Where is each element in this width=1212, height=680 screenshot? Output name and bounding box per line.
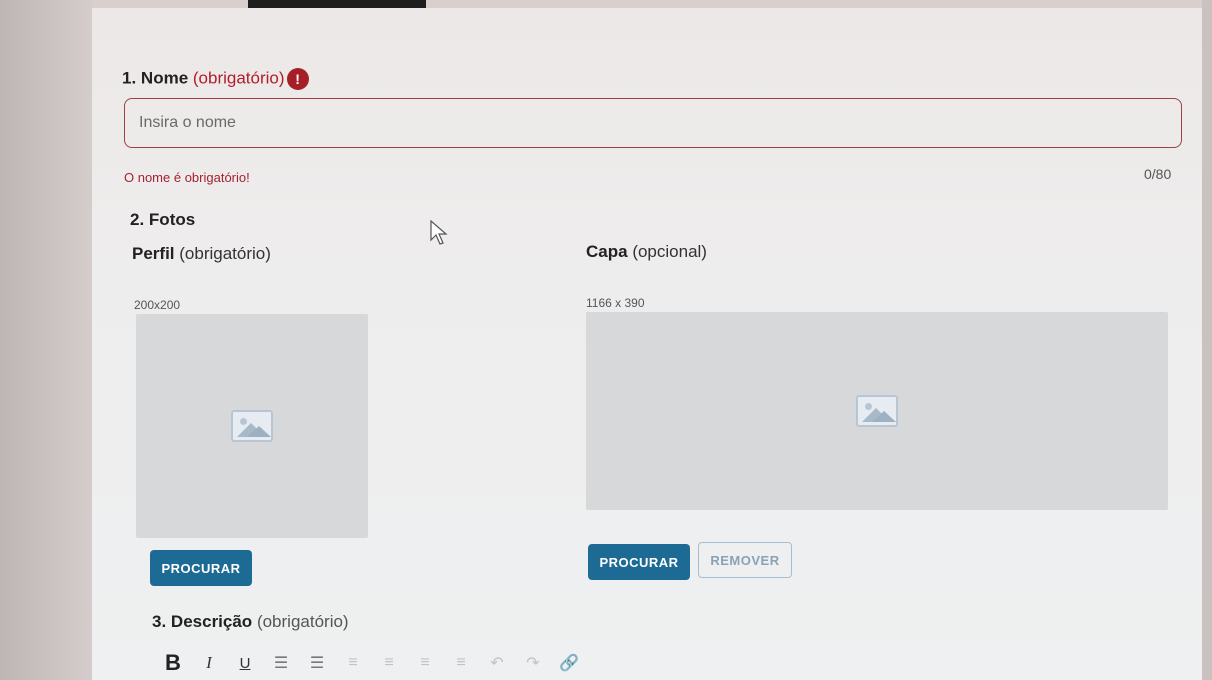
image-icon <box>856 395 898 427</box>
profile-browse-button[interactable]: PROCURAR <box>150 550 252 586</box>
profile-image-placeholder[interactable] <box>136 314 368 538</box>
bullet-list-icon[interactable]: ☰ <box>270 653 292 673</box>
italic-button[interactable]: I <box>198 653 220 673</box>
section-title-text: Nome <box>140 68 189 88</box>
section-title-text: Descrição <box>170 612 253 631</box>
profile-photo-title: Perfil (obrigatório) <box>132 244 271 264</box>
profile-required-label: (obrigatório) <box>179 244 271 263</box>
cover-dimensions: 1166 x 390 <box>586 296 645 310</box>
warning-icon: ! <box>286 68 309 90</box>
required-label: (obrigatório) <box>256 612 349 631</box>
image-icon <box>231 410 273 442</box>
section-number: 3. <box>152 612 167 631</box>
required-label: (obrigatório) <box>192 68 285 88</box>
rich-text-toolbar: B I U ☰ ☰ ≡ ≡ ≡ ≡ ↶ ↷ 🔗 <box>162 646 580 680</box>
form-page: 1. Nome (obrigatório)! O nome é obrigató… <box>92 8 1202 680</box>
align-center-icon[interactable]: ≡ <box>378 654 400 672</box>
align-justify-icon[interactable]: ≡ <box>450 654 472 672</box>
undo-icon[interactable]: ↶ <box>486 653 508 673</box>
cover-optional-label: (opcional) <box>632 242 707 261</box>
bold-button[interactable]: B <box>162 650 184 676</box>
redo-icon[interactable]: ↷ <box>522 653 544 673</box>
cover-label: Capa <box>586 242 628 261</box>
link-icon[interactable]: 🔗 <box>558 653 580 673</box>
cover-remove-button[interactable]: REMOVER <box>698 542 792 578</box>
profile-label: Perfil <box>132 244 175 263</box>
section-number: 2. <box>130 210 145 229</box>
section-number: 1. <box>122 68 137 88</box>
name-char-counter: 0/80 <box>1144 166 1172 182</box>
mouse-cursor-icon <box>430 220 448 245</box>
photos-section-title: 2. Fotos <box>130 210 195 230</box>
name-section-title: 1. Nome (obrigatório)! <box>122 68 309 90</box>
align-right-icon[interactable]: ≡ <box>414 654 436 672</box>
align-left-icon[interactable]: ≡ <box>342 654 364 672</box>
description-section-title: 3. Descrição (obrigatório) <box>152 612 349 632</box>
cover-photo-title: Capa (opcional) <box>586 242 707 262</box>
section-title-text: Fotos <box>148 210 196 229</box>
name-error-message: O nome é obrigatório! <box>124 170 250 185</box>
screen-bezel-left <box>0 0 92 680</box>
numbered-list-icon[interactable]: ☰ <box>306 653 328 673</box>
name-input[interactable] <box>124 98 1182 148</box>
cover-image-placeholder[interactable] <box>586 312 1168 510</box>
underline-button[interactable]: U <box>234 655 256 672</box>
cover-browse-button[interactable]: PROCURAR <box>588 544 690 580</box>
profile-dimensions: 200x200 <box>134 298 181 312</box>
